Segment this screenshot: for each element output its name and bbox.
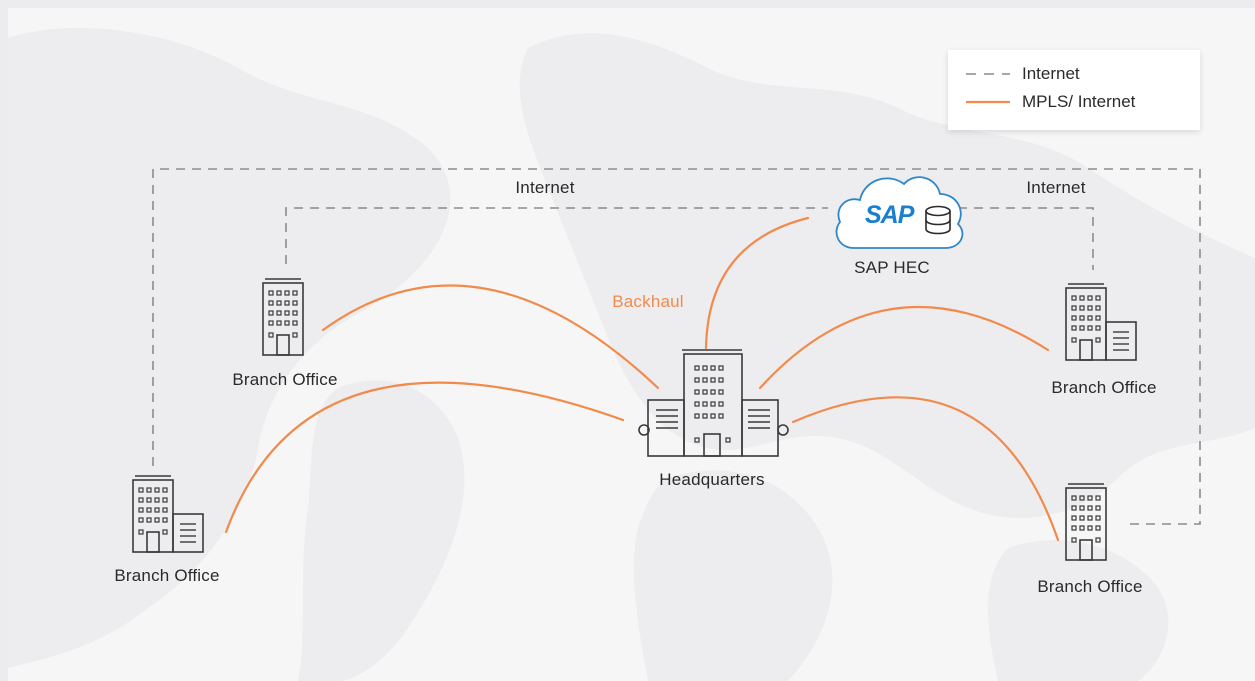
legend-item-internet: Internet: [962, 63, 1080, 85]
sap-logo: SAP: [865, 201, 914, 229]
internet-label-right: Internet: [1026, 178, 1086, 197]
solid-line-swatch: [962, 91, 1012, 113]
backhaul-label: Backhaul: [612, 292, 684, 311]
node-label-branch-bottom-left: Branch Office: [114, 566, 220, 585]
node-label-branch-top-left: Branch Office: [232, 370, 338, 389]
legend-label: MPLS/ Internet: [1022, 92, 1136, 111]
dashed-line-swatch: [962, 63, 1012, 85]
internet-label-left: Internet: [515, 178, 575, 197]
node-label-branch-top-right: Branch Office: [1051, 378, 1157, 397]
cloud-label: SAP HEC: [854, 258, 930, 277]
node-label-branch-bottom-right: Branch Office: [1037, 577, 1143, 596]
node-label-headquarters: Headquarters: [659, 470, 765, 489]
legend-item-mpls: MPLS/ Internet: [962, 91, 1135, 113]
legend-label: Internet: [1022, 64, 1080, 83]
network-diagram: SAP SAP HEC Internet Internet Backhaul H…: [8, 8, 1255, 681]
legend: Internet MPLS/ Internet: [948, 50, 1200, 130]
